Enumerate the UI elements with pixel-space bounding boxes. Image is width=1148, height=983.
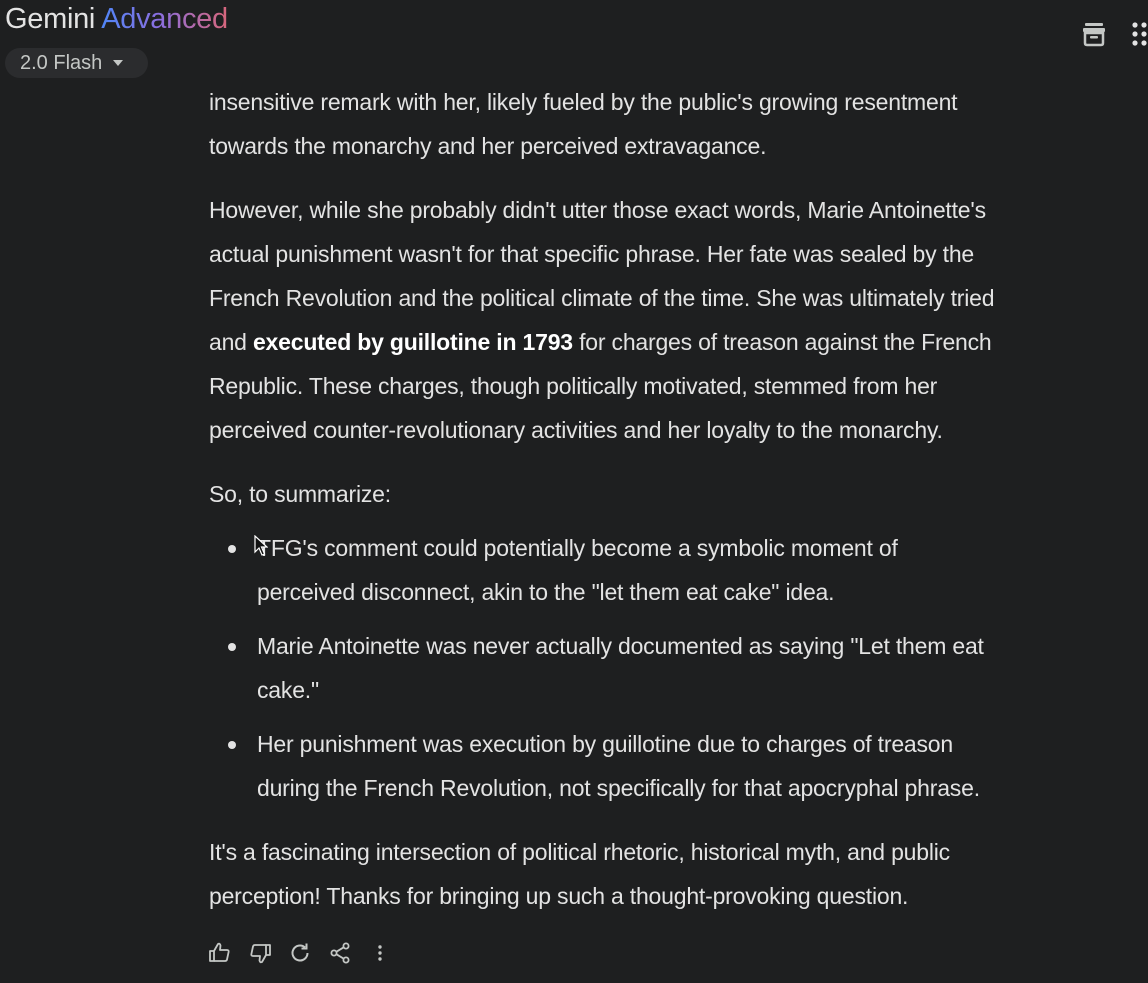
text-line: towards the monarchy and her perceived e…: [209, 133, 767, 159]
text-line: Republic. These charges, though politica…: [209, 373, 938, 399]
text-line: perception! Thanks for bringing up such …: [209, 883, 909, 909]
text-line: Marie Antoinette was never actually docu…: [257, 633, 984, 659]
mouse-pointer-icon: [254, 534, 269, 562]
response-actions: [208, 941, 392, 965]
list-item: TFG's comment could potentially become a…: [228, 526, 1109, 614]
text-line: French Revolution and the political clim…: [209, 285, 995, 311]
text-line: It's a fascinating intersection of polit…: [209, 839, 950, 865]
app-header: Gemini Advanced 2.0 Flash: [0, 0, 1148, 80]
paragraph-closing: It's a fascinating intersection of polit…: [209, 830, 1109, 918]
bold-text: executed by guillotine in 1793: [252, 329, 573, 355]
text-line: However, while she probably didn't utter…: [209, 197, 986, 223]
bullet-dot: [228, 545, 236, 553]
brand-tier: Advanced: [101, 3, 228, 35]
bullet-dot: [228, 741, 236, 749]
paragraph-context: insensitive remark with her, likely fuel…: [209, 80, 1109, 168]
app-title: Gemini Advanced: [5, 3, 228, 36]
more-vert-icon[interactable]: [368, 941, 392, 965]
list-item: Her punishment was execution by guilloti…: [228, 722, 1109, 810]
model-label: 2.0 Flash: [20, 51, 103, 74]
text-line: TFG's comment could potentially become a…: [257, 535, 898, 561]
archive-icon[interactable]: [1081, 20, 1107, 53]
text-line: Her punishment was execution by guilloti…: [257, 731, 953, 757]
response-body: insensitive remark with her, likely fuel…: [209, 80, 1109, 918]
text-line: insensitive remark with her, likely fuel…: [209, 89, 958, 115]
apps-grid-icon[interactable]: [1132, 22, 1148, 53]
summary-list: TFG's comment could potentially become a…: [209, 526, 1109, 810]
brand-name: Gemini: [5, 3, 96, 35]
text-line: perceived disconnect, akin to the "let t…: [257, 579, 835, 605]
list-item: Marie Antoinette was never actually docu…: [228, 624, 1109, 712]
text-line: cake.": [257, 677, 319, 703]
caret-down-icon: [112, 59, 124, 67]
text-fragment: and: [209, 329, 253, 355]
summary-intro: So, to summarize:: [209, 481, 391, 507]
regenerate-icon[interactable]: [288, 941, 312, 965]
text-line: perceived counter-revolutionary activiti…: [209, 417, 943, 443]
thumb-down-icon[interactable]: [248, 941, 272, 965]
text-line: actual punishment wasn't for that specif…: [209, 241, 975, 267]
bullet-dot: [228, 643, 236, 651]
model-selector[interactable]: 2.0 Flash: [5, 48, 148, 78]
text-fragment: for charges of treason against the Frenc…: [572, 329, 992, 355]
share-icon[interactable]: [328, 941, 352, 965]
text-line: during the French Revolution, not specif…: [257, 775, 980, 801]
paragraph-punishment: However, while she probably didn't utter…: [209, 188, 1109, 452]
thumb-up-icon[interactable]: [208, 941, 232, 965]
